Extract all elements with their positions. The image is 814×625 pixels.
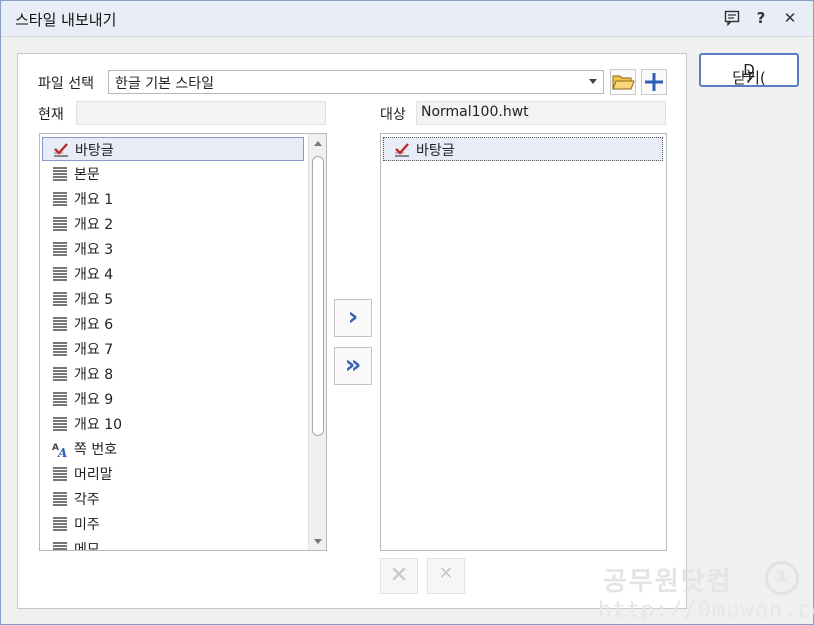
current-list-item-label: 개요 2 — [74, 217, 114, 233]
watermark-url: http://0muwon.com — [598, 598, 814, 623]
delete-x-icon: ✕ — [389, 563, 409, 588]
delete-all-button[interactable]: ✕ — [427, 558, 465, 594]
paragraph-style-icon — [52, 241, 68, 257]
current-list-item-label: 본문 — [74, 167, 100, 183]
current-list-item[interactable]: AA 쪽 번호 — [42, 437, 304, 461]
paragraph-style-icon — [52, 516, 68, 532]
target-field: Normal100.hwt — [416, 101, 666, 125]
paragraph-style-icon — [52, 466, 68, 482]
help-icon[interactable]: ? — [750, 7, 772, 29]
current-list-item[interactable]: 개요 8 — [42, 362, 304, 386]
scroll-down-arrow-icon[interactable] — [309, 532, 326, 550]
style-panel: 파일 선택 한글 기본 스타일 현재 대상 Normal100.hwt 바탕글본… — [17, 53, 687, 609]
current-list-item-label: 개요 9 — [74, 392, 114, 408]
watermark-brand: 공무원닷컴 — [603, 567, 733, 597]
current-list-item-label: 개요 3 — [74, 242, 114, 258]
paragraph-style-icon — [52, 316, 68, 332]
paragraph-style-icon — [52, 191, 68, 207]
target-list-item[interactable]: 바탕글 — [383, 137, 663, 161]
paragraph-style-icon — [52, 491, 68, 507]
current-list-item-label: 개요 7 — [74, 342, 114, 358]
vertical-scrollbar[interactable] — [308, 134, 326, 550]
chevron-right-icon: › — [347, 302, 359, 332]
delete-button[interactable]: ✕ — [380, 558, 418, 594]
current-list-item-label: 쪽 번호 — [74, 442, 118, 458]
current-list-item-label: 바탕글 — [75, 143, 114, 159]
title-bar: 스타일 내보내기 ? ✕ — [1, 1, 813, 37]
close-icon[interactable]: ✕ — [779, 7, 801, 29]
paragraph-style-icon — [52, 291, 68, 307]
svg-text:A: A — [57, 446, 67, 457]
character-style-icon: AA — [52, 441, 68, 460]
checked-style-icon — [394, 142, 410, 158]
watermark-seal-icon: ① — [765, 561, 799, 595]
current-list-item-label: 각주 — [74, 492, 100, 508]
target-value: Normal100.hwt — [421, 104, 529, 120]
folder-icon — [612, 75, 635, 90]
current-list-item-label: 개요 5 — [74, 292, 114, 308]
add-file-button[interactable] — [641, 69, 667, 95]
close-button-label: 닫기(D) — [701, 61, 797, 87]
current-list-item[interactable]: 개요 6 — [42, 312, 304, 336]
current-list-item-label: 개요 6 — [74, 317, 114, 333]
delete-all-x-icon: ✕ — [438, 563, 454, 584]
dialog-title: 스타일 내보내기 — [15, 11, 117, 29]
current-list-item[interactable]: 바탕글 — [42, 137, 304, 161]
checked-style-icon — [53, 142, 69, 158]
current-list-item[interactable]: 개요 10 — [42, 412, 304, 436]
paragraph-style-icon — [52, 416, 68, 432]
current-list-item[interactable]: 개요 7 — [42, 337, 304, 361]
paragraph-style-icon — [52, 366, 68, 382]
close-button[interactable]: 닫기(D) — [699, 53, 799, 87]
file-select-value: 한글 기본 스타일 — [115, 76, 215, 92]
current-label: 현재 — [38, 107, 64, 123]
file-select-combo[interactable]: 한글 기본 스타일 — [108, 70, 604, 94]
paragraph-style-icon — [52, 391, 68, 407]
target-style-list[interactable]: 바탕글 — [380, 133, 667, 551]
scroll-thumb[interactable] — [312, 156, 324, 436]
paragraph-style-icon — [52, 266, 68, 282]
current-list-item-label: 미주 — [74, 517, 100, 533]
current-list-item[interactable]: 본문 — [42, 162, 304, 186]
current-list-item[interactable]: 머리말 — [42, 462, 304, 486]
double-chevron-right-icon: » — [344, 350, 362, 380]
current-list-item[interactable]: 각주 — [42, 487, 304, 511]
current-list-item[interactable]: 개요 9 — [42, 387, 304, 411]
target-list-item-label: 바탕글 — [416, 143, 455, 159]
current-list-item-label: 메모 — [74, 542, 100, 551]
current-list-item-label: 개요 1 — [74, 192, 114, 208]
paragraph-style-icon — [52, 166, 68, 182]
current-list-item[interactable]: 개요 4 — [42, 262, 304, 286]
move-all-button[interactable]: » — [334, 347, 372, 385]
target-label: 대상 — [380, 107, 406, 123]
open-folder-button[interactable] — [610, 69, 636, 95]
current-style-list[interactable]: 바탕글본문개요 1 개요 2 개요 3 개요 4 개요 5 개요 6 개요 7 개요 8 개요 … — [39, 133, 327, 551]
current-field — [76, 101, 326, 125]
current-list-item[interactable]: 개요 5 — [42, 287, 304, 311]
current-list-item-label: 머리말 — [74, 467, 113, 483]
paragraph-style-icon — [52, 341, 68, 357]
comment-icon[interactable] — [721, 7, 743, 29]
chevron-down-icon[interactable] — [589, 79, 597, 84]
current-list-item[interactable]: 메모 — [42, 537, 304, 551]
current-list-item[interactable]: 미주 — [42, 512, 304, 536]
close-label-suffix: ) — [746, 67, 752, 85]
file-select-label: 파일 선택 — [38, 76, 94, 92]
current-list-item[interactable]: 개요 3 — [42, 237, 304, 261]
export-style-dialog: 스타일 내보내기 ? ✕ 파일 선택 한글 기본 스타일 현재 대상 Norma… — [0, 0, 814, 625]
plus-icon — [645, 73, 663, 91]
scroll-up-arrow-icon[interactable] — [309, 134, 326, 152]
paragraph-style-icon — [52, 541, 68, 550]
current-list-item-label: 개요 10 — [74, 417, 123, 433]
move-one-button[interactable]: › — [334, 299, 372, 337]
current-list-item[interactable]: 개요 2 — [42, 212, 304, 236]
current-list-item-label: 개요 4 — [74, 267, 114, 283]
current-list-item-label: 개요 8 — [74, 367, 114, 383]
current-list-item[interactable]: 개요 1 — [42, 187, 304, 211]
paragraph-style-icon — [52, 216, 68, 232]
